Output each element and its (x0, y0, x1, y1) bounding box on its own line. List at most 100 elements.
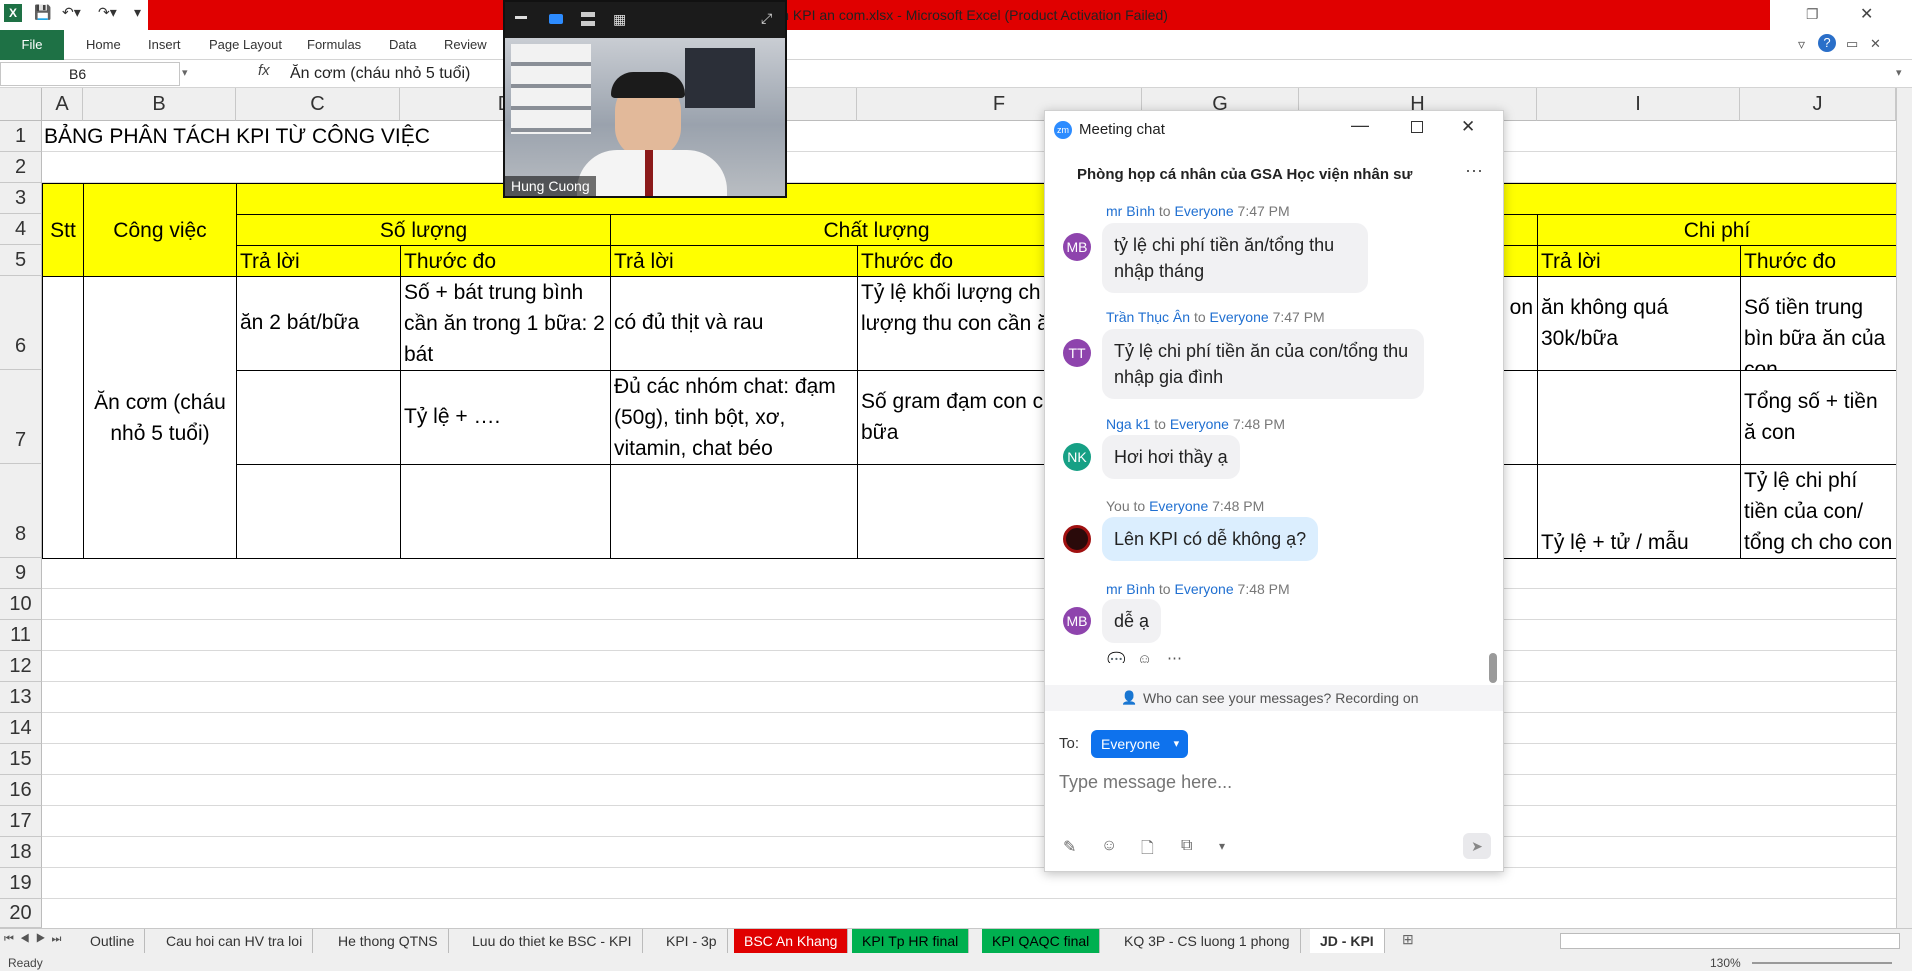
cell-i7[interactable] (1537, 370, 1741, 465)
tab-home[interactable]: Home (86, 30, 121, 60)
speaker-view-icon[interactable] (549, 14, 563, 24)
row-header[interactable]: 15 (0, 744, 42, 775)
row-header[interactable]: 3 (0, 183, 42, 214)
header-so-luong[interactable]: Số lượng (236, 214, 611, 246)
header-chi-phi[interactable]: Chi phí (1537, 214, 1896, 246)
header-tra-loi-e[interactable]: Trả lời (610, 245, 858, 277)
fx-icon[interactable]: fx (258, 62, 270, 79)
sender-name[interactable]: Nga k1 (1106, 416, 1150, 432)
sheet-tab-active[interactable]: JD - KPI (1310, 929, 1385, 953)
sheet-tab[interactable]: KPI - 3p (656, 929, 728, 953)
header-tra-loi-c[interactable]: Trả lời (236, 245, 401, 277)
row-header[interactable]: 14 (0, 713, 42, 744)
video-window[interactable]: ▦ ⤢ Hung Cuong (503, 0, 787, 198)
expand-video-icon[interactable]: ⤢ (761, 10, 772, 27)
sender-name[interactable]: mr Bình (1106, 581, 1155, 597)
column-header-a[interactable]: A (42, 88, 83, 121)
row-header[interactable]: 4 (0, 214, 42, 245)
undo-icon[interactable]: ↶▾ (62, 4, 81, 24)
row-header[interactable]: 2 (0, 152, 42, 183)
name-box-dropdown-icon[interactable]: ▾ (182, 66, 188, 79)
cell-d7[interactable]: Tỷ lệ + …. (400, 370, 611, 465)
row-header[interactable]: 12 (0, 651, 42, 682)
column-header-b[interactable]: B (83, 88, 236, 121)
expand-formula-icon[interactable]: ▾ (1896, 66, 1902, 79)
column-header-c[interactable]: C (236, 88, 400, 121)
message-more-icon[interactable]: ⋯ (1167, 649, 1182, 663)
message-input[interactable] (1059, 767, 1489, 797)
row-header[interactable]: 6 (0, 276, 42, 370)
select-all-corner[interactable] (0, 88, 42, 121)
redo-icon[interactable]: ↷▾ (98, 4, 117, 24)
cell-c8[interactable] (236, 464, 401, 559)
cell-i8[interactable]: Tỷ lệ + tử / mẫu (1537, 464, 1741, 559)
row-header[interactable]: 19 (0, 868, 42, 899)
file-icon[interactable]: 🗋 (1141, 837, 1154, 864)
cell-j8[interactable]: Tỷ lệ chi phí tiền của con/ tổng ch cho … (1740, 464, 1896, 559)
sheet-title[interactable]: BẢNG PHÂN TÁCH KPI TỪ CÔNG VIỆC (44, 121, 430, 152)
header-stt[interactable]: Stt (42, 183, 84, 277)
sheet-tab[interactable]: Cau hoi can HV tra loi (156, 929, 314, 953)
row-header[interactable]: 17 (0, 806, 42, 837)
sheet-tab[interactable]: Outline (80, 929, 146, 953)
row-header[interactable]: 11 (0, 620, 42, 651)
strip-view-icon[interactable] (581, 12, 595, 26)
help-icon[interactable]: ? (1818, 34, 1836, 52)
more-options-chevron-icon[interactable]: ▾ (1219, 839, 1225, 853)
chat-more-icon[interactable]: ⋯ (1465, 161, 1483, 182)
emoji-reaction-icon[interactable]: ☺ (1137, 651, 1152, 663)
row-header[interactable]: 13 (0, 682, 42, 713)
spreadsheet-grid[interactable]: A B C D E F G H I J 1 2 3 4 5 6 7 8 9 10… (0, 88, 1912, 928)
chat-minimize-icon[interactable]: — (1351, 115, 1369, 136)
column-header-i[interactable]: I (1537, 88, 1740, 121)
formula-input[interactable]: Ăn cơm (cháu nhỏ 5 tuổi) (290, 62, 470, 86)
sender-name[interactable]: Trần Thục Ân (1106, 309, 1190, 325)
sheet-tab[interactable]: KPI Tp HR final (852, 929, 970, 953)
window-close-icon[interactable]: ✕ (1870, 36, 1881, 52)
row-header[interactable]: 16 (0, 775, 42, 806)
column-header-j[interactable]: J (1740, 88, 1896, 121)
tab-file[interactable]: File (0, 30, 64, 60)
message-bubble[interactable]: Lên KPI có dễ không ạ? (1102, 517, 1319, 561)
tab-insert[interactable]: Insert (148, 30, 181, 60)
message-list[interactable]: mr Bình to Everyone 7:47 PM MB tỷ lệ chi… (1045, 203, 1503, 663)
zoom-slider[interactable] (1752, 962, 1892, 964)
cell-e7[interactable]: Đủ các nhóm chat: đạm (50g), tinh bột, x… (610, 370, 858, 465)
tab-data[interactable]: Data (389, 30, 416, 60)
message-bubble[interactable]: dễ ạ (1102, 599, 1162, 643)
screenshot-icon[interactable]: ⧉ (1181, 837, 1192, 855)
row-header[interactable]: 18 (0, 837, 42, 868)
row-header[interactable]: 8 (0, 464, 42, 558)
cell-e6[interactable]: có đủ thịt và rau (610, 276, 858, 371)
send-icon[interactable]: ➤ (1463, 833, 1491, 859)
meeting-chat-window[interactable]: zm Meeting chat — ✕ Phòng họp cá nhân củ… (1044, 110, 1504, 872)
cell-c7[interactable] (236, 370, 401, 465)
chat-maximize-icon[interactable] (1411, 121, 1423, 133)
recipient-dropdown[interactable]: Everyone ▾ (1091, 730, 1189, 758)
chat-notice[interactable]: Who can see your messages? Recording on (1143, 690, 1418, 706)
row-header[interactable]: 1 (0, 121, 42, 152)
sheet-tab[interactable]: KPI QAQC final (982, 929, 1101, 953)
cell-d6[interactable]: Số + bát trung bình cần ăn trong 1 bữa: … (400, 276, 611, 371)
cell-d8[interactable] (400, 464, 611, 559)
cell-j6[interactable]: Số tiền trung bìn bữa ăn của con (1740, 276, 1896, 371)
sender-name[interactable]: mr Bình (1106, 203, 1155, 219)
sheet-tab[interactable]: Luu do thiet ke BSC - KPI (462, 929, 643, 953)
minimize-video-icon[interactable] (515, 16, 527, 19)
cell-task[interactable]: Ăn cơm (cháu nhỏ 5 tuổi) (83, 276, 237, 559)
message-bubble[interactable]: tỷ lệ chi phí tiền ăn/tổng thu nhập thán… (1102, 223, 1368, 293)
tab-formulas[interactable]: Formulas (307, 30, 361, 60)
cell-i6[interactable]: ăn không quá 30k/bữa (1537, 276, 1741, 371)
tab-scroll-icons[interactable]: ⏮◀▶⏭ (4, 933, 67, 946)
name-box[interactable]: B6 (0, 62, 180, 86)
close-icon[interactable]: ✕ (1860, 4, 1873, 24)
customize-qat-icon[interactable]: ▾ (134, 4, 141, 24)
save-icon[interactable]: 💾 (34, 4, 51, 24)
minimize-ribbon-icon[interactable]: ▿ (1798, 36, 1805, 53)
cell-e8[interactable] (610, 464, 858, 559)
tab-page-layout[interactable]: Page Layout (209, 30, 282, 60)
message-bubble[interactable]: Tỷ lệ chi phí tiền ăn của con/tổng thu n… (1102, 329, 1424, 399)
zoom-level[interactable]: 130% (1710, 956, 1741, 970)
chat-close-icon[interactable]: ✕ (1461, 117, 1475, 137)
cell-j7[interactable]: Tổng số + tiền ă con (1740, 370, 1896, 465)
